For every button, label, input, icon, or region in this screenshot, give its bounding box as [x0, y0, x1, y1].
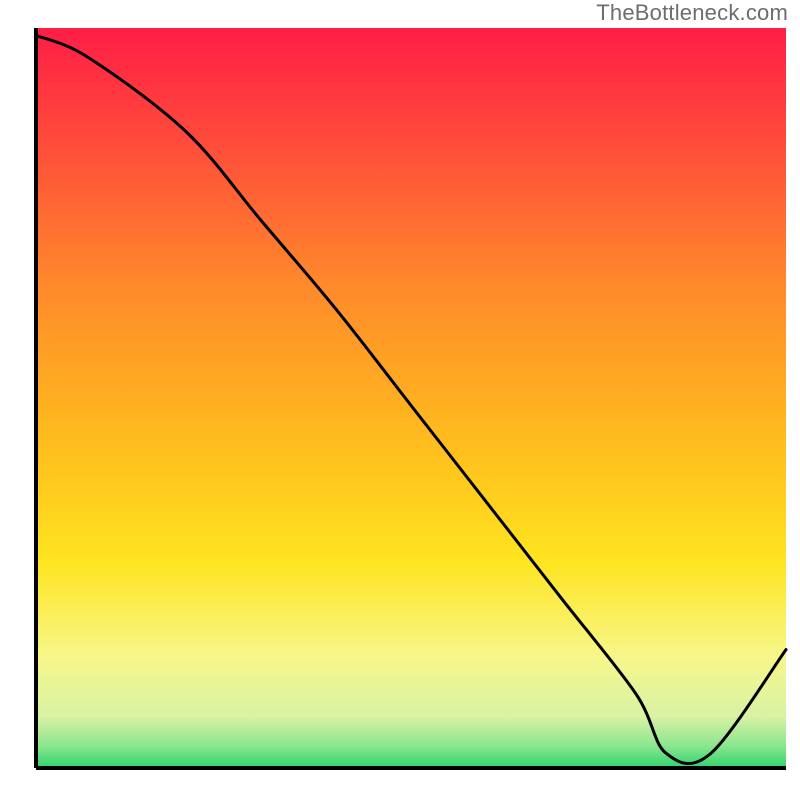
plot-background	[36, 28, 786, 768]
chart-svg	[0, 0, 800, 800]
bottleneck-chart: TheBottleneck.com	[0, 0, 800, 800]
